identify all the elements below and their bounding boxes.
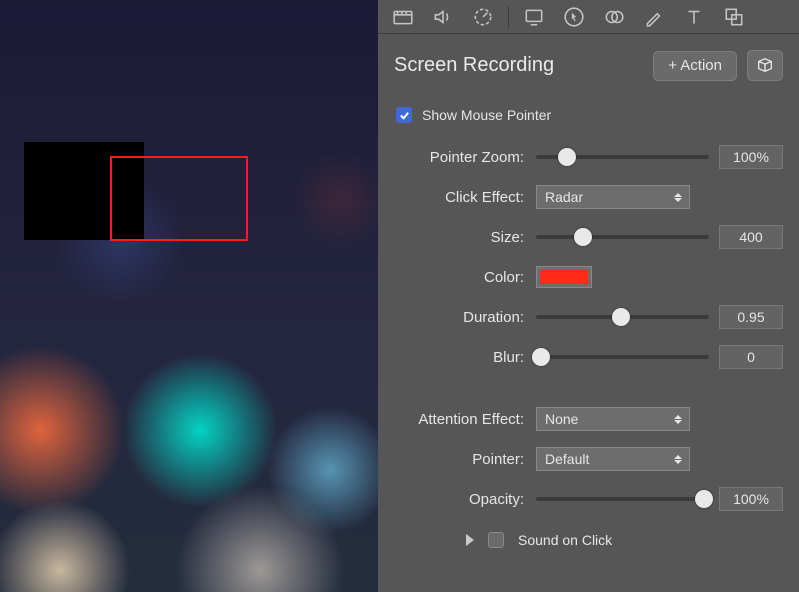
- opacity-label: Opacity:: [394, 491, 536, 508]
- attention-effect-select[interactable]: None: [536, 407, 690, 431]
- app-root: Screen Recording + Action Show Mouse Poi…: [0, 0, 799, 592]
- cube-button[interactable]: [747, 50, 783, 81]
- text-tab-icon[interactable]: [683, 6, 705, 28]
- sound-on-click-row[interactable]: Sound on Click: [394, 519, 783, 561]
- inspector-toolbar: [378, 0, 799, 34]
- size-value[interactable]: 400: [719, 225, 783, 249]
- pointer-type-selected: Default: [545, 451, 589, 467]
- audio-tab-icon[interactable]: [432, 6, 454, 28]
- chevron-updown-icon: [673, 193, 683, 202]
- panel-body: Show Mouse Pointer Pointer Zoom: 100% Cl…: [378, 91, 799, 571]
- blur-row: Blur: 0: [394, 337, 783, 377]
- show-mouse-pointer-row[interactable]: Show Mouse Pointer: [394, 97, 783, 137]
- attention-effect-selected: None: [545, 411, 578, 427]
- duration-label: Duration:: [394, 309, 536, 326]
- display-tab-icon[interactable]: [523, 6, 545, 28]
- duration-row: Duration: 0.95: [394, 297, 783, 337]
- attention-effect-row: Attention Effect: None: [394, 399, 783, 439]
- click-effect-row: Click Effect: Radar: [394, 177, 783, 217]
- click-effect-label: Click Effect:: [394, 189, 536, 206]
- opacity-value[interactable]: 100%: [719, 487, 783, 511]
- pointer-zoom-label: Pointer Zoom:: [394, 149, 536, 166]
- pointer-type-label: Pointer:: [394, 451, 536, 468]
- color-swatch[interactable]: [536, 266, 592, 288]
- show-mouse-pointer-label: Show Mouse Pointer: [422, 107, 551, 123]
- click-effect-select[interactable]: Radar: [536, 185, 690, 209]
- group-tab-icon[interactable]: [723, 6, 745, 28]
- size-label: Size:: [394, 229, 536, 246]
- pointer-zoom-value[interactable]: 100%: [719, 145, 783, 169]
- canvas-preview[interactable]: [0, 0, 378, 592]
- attention-effect-label: Attention Effect:: [394, 411, 536, 428]
- color-label: Color:: [394, 269, 536, 286]
- panel-header: Screen Recording + Action: [378, 34, 799, 91]
- color-row: Color:: [394, 257, 783, 297]
- pointer-type-select[interactable]: Default: [536, 447, 690, 471]
- selection-rectangle[interactable]: [110, 156, 248, 241]
- toolbar-divider: [508, 6, 509, 28]
- pointer-type-row: Pointer: Default: [394, 439, 783, 479]
- add-action-button[interactable]: + Action: [653, 51, 737, 81]
- opacity-slider[interactable]: [536, 489, 709, 509]
- trim-tab-icon[interactable]: [472, 6, 494, 28]
- duration-value[interactable]: 0.95: [719, 305, 783, 329]
- sound-on-click-label: Sound on Click: [518, 532, 612, 548]
- add-action-label: + Action: [668, 57, 722, 74]
- color-swatch-fill: [540, 270, 588, 284]
- chevron-updown-icon: [673, 455, 683, 464]
- show-mouse-pointer-checkbox[interactable]: [396, 107, 412, 123]
- click-effect-selected: Radar: [545, 189, 583, 205]
- overlap-tab-icon[interactable]: [603, 6, 625, 28]
- size-slider[interactable]: [536, 227, 709, 247]
- inspector-panel: Screen Recording + Action Show Mouse Poi…: [378, 0, 799, 592]
- cursor-tab-icon[interactable]: [563, 6, 585, 28]
- video-tab-icon[interactable]: [392, 6, 414, 28]
- duration-slider[interactable]: [536, 307, 709, 327]
- check-icon: [399, 110, 410, 121]
- panel-title: Screen Recording: [394, 54, 643, 77]
- pointer-zoom-row: Pointer Zoom: 100%: [394, 137, 783, 177]
- size-row: Size: 400: [394, 217, 783, 257]
- draw-tab-icon[interactable]: [643, 6, 665, 28]
- cube-icon: [756, 56, 774, 74]
- blur-slider[interactable]: [536, 347, 709, 367]
- disclosure-triangle-icon[interactable]: [466, 534, 474, 546]
- chevron-updown-icon: [673, 415, 683, 424]
- opacity-row: Opacity: 100%: [394, 479, 783, 519]
- pointer-zoom-slider[interactable]: [536, 147, 709, 167]
- blur-label: Blur:: [394, 349, 536, 366]
- sound-on-click-checkbox[interactable]: [488, 532, 504, 548]
- blur-value[interactable]: 0: [719, 345, 783, 369]
